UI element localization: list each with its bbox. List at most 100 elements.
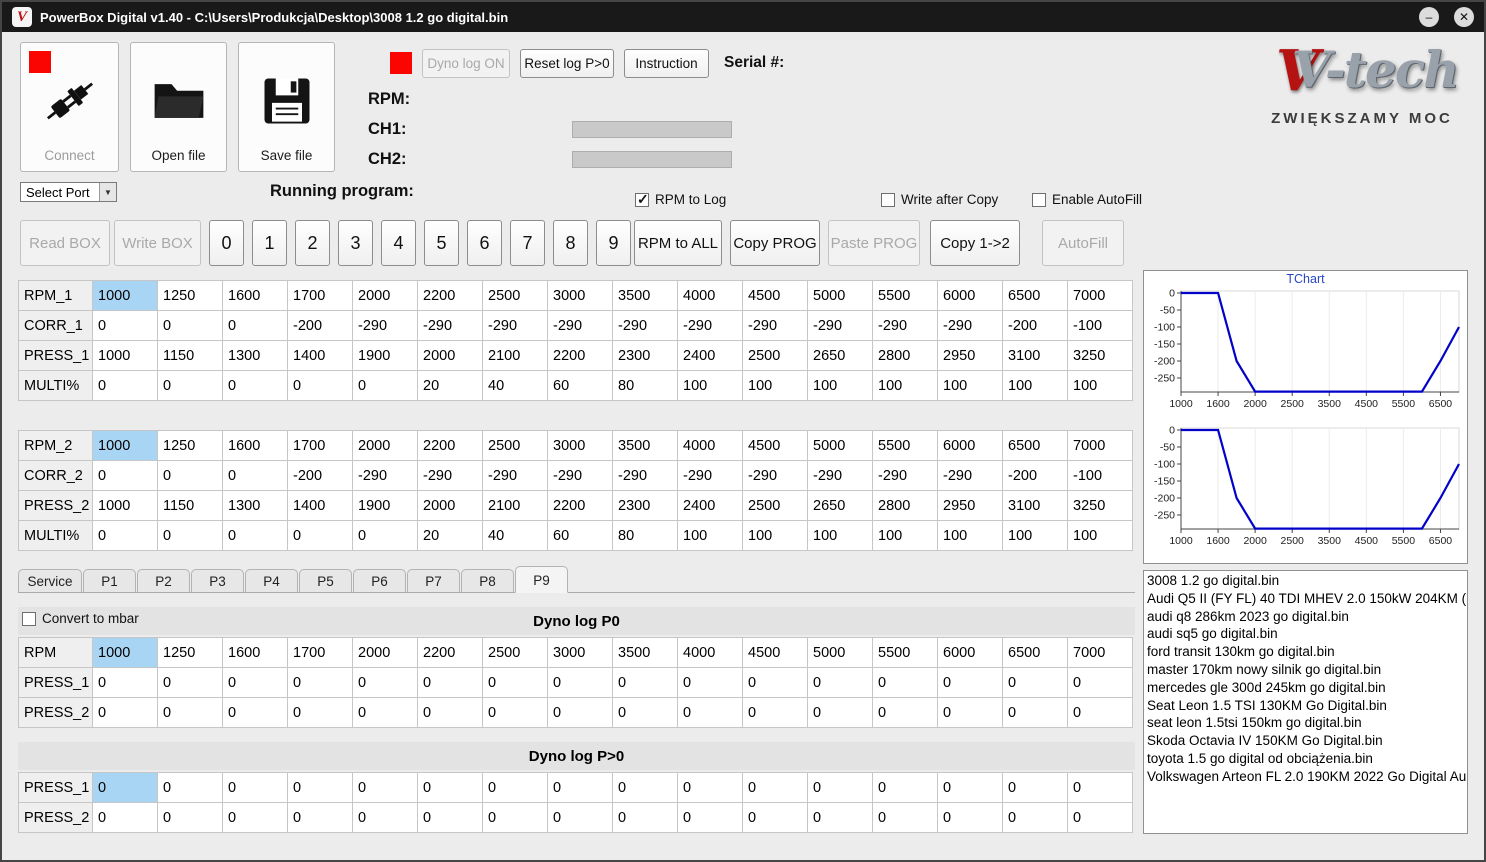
- cell[interactable]: 0: [547, 697, 613, 728]
- cell[interactable]: 2100: [482, 490, 548, 521]
- cell[interactable]: 1900: [352, 490, 418, 521]
- cell[interactable]: 7000: [1067, 280, 1133, 311]
- cell[interactable]: 2000: [417, 490, 483, 521]
- dyno-log-on-button[interactable]: Dyno log ON: [422, 49, 510, 78]
- cell[interactable]: 2500: [482, 430, 548, 461]
- digit-9-button[interactable]: 9: [596, 220, 631, 266]
- cell[interactable]: -290: [742, 310, 808, 341]
- cell[interactable]: -290: [937, 460, 1003, 491]
- cell[interactable]: 5000: [807, 430, 873, 461]
- cell[interactable]: 0: [807, 772, 873, 803]
- cell[interactable]: 0: [1002, 697, 1068, 728]
- cell[interactable]: 0: [92, 370, 158, 401]
- reset-log-button[interactable]: Reset log P>0: [520, 49, 614, 78]
- cell[interactable]: 5500: [872, 430, 938, 461]
- cell[interactable]: 0: [157, 697, 223, 728]
- cell[interactable]: -290: [872, 460, 938, 491]
- convert-to-mbar-checkbox[interactable]: [22, 611, 36, 626]
- cell[interactable]: 0: [872, 772, 938, 803]
- cell[interactable]: 100: [677, 370, 743, 401]
- cell[interactable]: 0: [157, 667, 223, 698]
- cell[interactable]: 0: [807, 667, 873, 698]
- cell[interactable]: 1600: [222, 430, 288, 461]
- cell[interactable]: 0: [157, 772, 223, 803]
- cell[interactable]: 5500: [872, 637, 938, 668]
- cell[interactable]: 0: [937, 697, 1003, 728]
- cell[interactable]: 0: [872, 667, 938, 698]
- cell[interactable]: -290: [547, 310, 613, 341]
- cell[interactable]: 0: [612, 772, 678, 803]
- cell[interactable]: 0: [157, 520, 223, 551]
- cell[interactable]: 0: [742, 772, 808, 803]
- cell[interactable]: 0: [1002, 667, 1068, 698]
- file-list[interactable]: 3008 1.2 go digital.bin Audi Q5 II (FY FL…: [1143, 570, 1468, 834]
- cell[interactable]: 1000: [92, 340, 158, 371]
- cell[interactable]: 60: [547, 370, 613, 401]
- tab-p1[interactable]: P1: [83, 569, 136, 593]
- file-list-item[interactable]: Volkswagen Arteon FL 2.0 190KM 2022 Go D…: [1147, 768, 1467, 786]
- cell[interactable]: 0: [92, 697, 158, 728]
- cell[interactable]: -200: [1002, 310, 1068, 341]
- cell[interactable]: 5500: [872, 280, 938, 311]
- cell[interactable]: 0: [417, 697, 483, 728]
- file-list-item[interactable]: Skoda Octavia IV 150KM Go Digital.bin: [1147, 732, 1467, 750]
- cell[interactable]: 6500: [1002, 430, 1068, 461]
- file-list-item[interactable]: master 170km nowy silnik go digital.bin: [1147, 661, 1467, 679]
- cell[interactable]: 4000: [677, 430, 743, 461]
- cell[interactable]: 0: [677, 667, 743, 698]
- cell[interactable]: 100: [1002, 370, 1068, 401]
- cell[interactable]: 4500: [742, 637, 808, 668]
- cell[interactable]: 1300: [222, 490, 288, 521]
- cell[interactable]: 2400: [677, 340, 743, 371]
- cell[interactable]: 1400: [287, 340, 353, 371]
- cell[interactable]: 40: [482, 370, 548, 401]
- copy-1-to-2-button[interactable]: Copy 1->2: [930, 220, 1020, 266]
- cell[interactable]: -290: [417, 460, 483, 491]
- cell[interactable]: 0: [287, 370, 353, 401]
- cell[interactable]: 1150: [157, 490, 223, 521]
- cell[interactable]: 2200: [547, 490, 613, 521]
- minimize-button[interactable]: –: [1419, 7, 1439, 27]
- cell[interactable]: 100: [872, 370, 938, 401]
- cell[interactable]: -200: [287, 310, 353, 341]
- cell[interactable]: -290: [677, 310, 743, 341]
- cell[interactable]: 1000: [92, 280, 158, 311]
- rpm-to-log-checkbox[interactable]: [635, 191, 649, 208]
- cell[interactable]: -290: [482, 310, 548, 341]
- cell[interactable]: 0: [222, 697, 288, 728]
- cell[interactable]: 0: [807, 802, 873, 833]
- cell[interactable]: 1000: [92, 637, 158, 668]
- cell[interactable]: 2500: [742, 490, 808, 521]
- open-file-button[interactable]: Open file: [130, 42, 227, 172]
- tab-p4[interactable]: P4: [245, 569, 298, 593]
- cell[interactable]: 2200: [417, 430, 483, 461]
- cell[interactable]: 0: [352, 370, 418, 401]
- cell[interactable]: -290: [872, 310, 938, 341]
- cell[interactable]: 0: [222, 772, 288, 803]
- connect-button[interactable]: Connect: [20, 42, 119, 172]
- cell[interactable]: 0: [1067, 667, 1133, 698]
- cell[interactable]: 3250: [1067, 490, 1133, 521]
- cell[interactable]: -290: [417, 310, 483, 341]
- cell[interactable]: 1400: [287, 490, 353, 521]
- tab-p9[interactable]: P9: [515, 566, 568, 593]
- cell[interactable]: 0: [222, 667, 288, 698]
- save-file-button[interactable]: Save file: [238, 42, 335, 172]
- cell[interactable]: 6000: [937, 637, 1003, 668]
- cell[interactable]: -290: [482, 460, 548, 491]
- cell[interactable]: 5000: [807, 637, 873, 668]
- file-list-item[interactable]: seat leon 1.5tsi 150km go digital.bin: [1147, 714, 1467, 732]
- tab-p6[interactable]: P6: [353, 569, 406, 593]
- cell[interactable]: 60: [547, 520, 613, 551]
- cell[interactable]: 0: [742, 802, 808, 833]
- file-list-item[interactable]: audi q8 286km 2023 go digital.bin: [1147, 608, 1467, 626]
- close-button[interactable]: ✕: [1454, 7, 1474, 27]
- cell[interactable]: 0: [872, 802, 938, 833]
- cell[interactable]: 3500: [612, 430, 678, 461]
- cell[interactable]: 2200: [417, 280, 483, 311]
- cell[interactable]: 0: [352, 772, 418, 803]
- cell[interactable]: -290: [352, 460, 418, 491]
- cell[interactable]: 6500: [1002, 280, 1068, 311]
- tab-p7[interactable]: P7: [407, 569, 460, 593]
- cell[interactable]: 2000: [352, 430, 418, 461]
